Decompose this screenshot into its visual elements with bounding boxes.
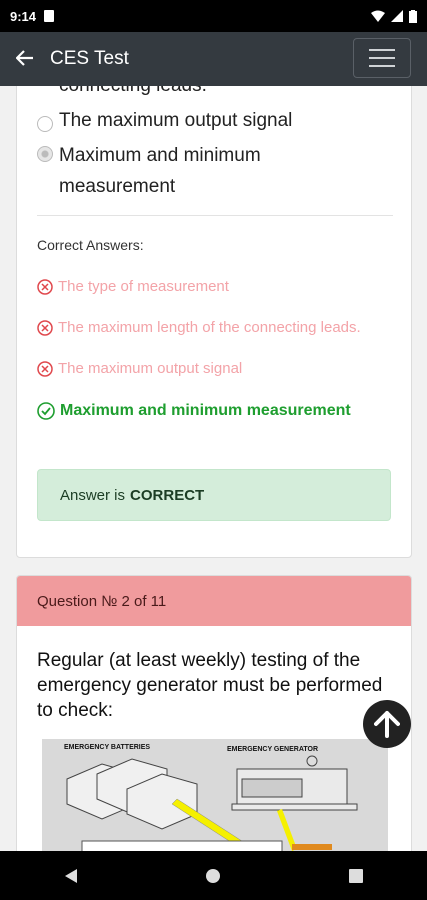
image-label: EMERGENCY GENERATOR: [227, 746, 318, 753]
status-icons: [371, 9, 417, 23]
check-circle-icon: [37, 402, 55, 420]
radio-button[interactable]: [37, 116, 53, 132]
back-button[interactable]: [0, 46, 50, 72]
hamburger-icon-line: [369, 65, 395, 67]
answer-text: The maximum output signal: [58, 360, 243, 377]
cable-tray: [81, 840, 283, 851]
question-text: Regular (at least weekly) testing of the…: [37, 650, 383, 721]
radio-button-checked[interactable]: [37, 146, 53, 162]
result-value: CORRECT: [130, 486, 205, 504]
arrow-left-icon: [15, 50, 33, 66]
image-label: EMERGENCY BATTERIES: [64, 744, 150, 751]
option-label: Maximum and minimum measurement: [59, 145, 261, 197]
wrong-answer: The maximum length of the connecting lea…: [37, 319, 361, 336]
question-card-1: connecting leads. The maximum output sig…: [16, 86, 412, 558]
wifi-icon: [371, 10, 385, 22]
option-radio[interactable]: The maximum output signal: [37, 110, 292, 132]
recents-square-icon[interactable]: [349, 868, 364, 883]
scroll-to-top-button[interactable]: [363, 700, 411, 748]
menu-button[interactable]: [353, 38, 411, 78]
home-circle-icon[interactable]: [205, 868, 221, 884]
wrong-answer: The maximum output signal: [37, 360, 242, 377]
option-label: connecting leads.: [59, 86, 207, 97]
divider: [37, 215, 393, 216]
correct-answers-label: Correct Answers:: [37, 237, 144, 253]
status-time: 9:14: [10, 8, 37, 24]
diagram-illustration: EMERGENCY BATTERIES EMERGENCY GENERATOR: [64, 744, 358, 851]
option-partial: connecting leads.: [37, 86, 207, 97]
question-card-2: Question № 2 of 11 Regular (at least wee…: [16, 575, 412, 851]
sd-card-icon: [44, 10, 55, 22]
answer-text: The maximum length of the connecting lea…: [58, 319, 361, 336]
question-image: EMERGENCY BATTERIES EMERGENCY GENERATOR: [42, 739, 388, 851]
x-circle-icon: [37, 360, 53, 377]
signal-icon: [391, 10, 403, 22]
generator-illustration: [231, 755, 358, 811]
wrong-answer: The type of measurement: [37, 278, 229, 295]
arrow-up-icon: [374, 711, 400, 738]
scroll-content[interactable]: connecting leads. The maximum output sig…: [0, 86, 427, 851]
x-circle-icon: [37, 278, 53, 295]
x-circle-icon: [37, 319, 53, 336]
correct-answer: Maximum and minimum measurement: [37, 402, 351, 420]
option-radio-selected[interactable]: Maximum and minimum measurement: [37, 140, 307, 202]
app-bar: CES Test: [0, 32, 427, 86]
battery-icon: [409, 9, 417, 23]
answer-text: Maximum and minimum measurement: [60, 402, 351, 419]
result-alert: Answer is CORRECT: [37, 469, 391, 521]
switch-panel: [292, 844, 332, 850]
answer-text: The type of measurement: [58, 278, 229, 295]
hamburger-icon-line: [369, 57, 395, 59]
battery-illustration: [66, 758, 198, 830]
option-label: The maximum output signal: [59, 110, 293, 131]
back-triangle-icon[interactable]: [64, 868, 78, 884]
status-bar: 9:14: [0, 0, 427, 32]
hamburger-icon-line: [369, 49, 395, 51]
system-nav-bar: [0, 851, 427, 900]
page-title: CES Test: [50, 48, 129, 69]
question-header: Question № 2 of 11: [17, 576, 411, 626]
result-prefix: Answer is: [60, 486, 126, 504]
